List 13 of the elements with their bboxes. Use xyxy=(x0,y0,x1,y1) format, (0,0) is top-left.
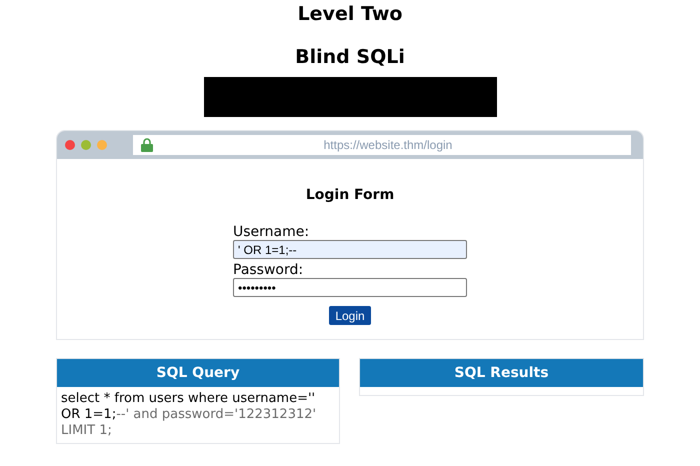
lock-icon xyxy=(141,138,153,152)
input-field[interactable]: ••••••••• xyxy=(233,278,467,297)
field-label: Password: xyxy=(233,262,304,278)
input-field[interactable]: ' OR 1=1;-- xyxy=(233,240,467,259)
page-subtitle: Blind SQLi xyxy=(295,45,405,69)
field-label: Username: xyxy=(233,224,310,240)
sql-query-text: select * from users where username='' OR 1=1;--' and password='122312312' LIMIT 1; xyxy=(60,390,318,440)
page-title: Level Two xyxy=(298,2,402,26)
panel-header: SQL Query xyxy=(57,359,339,387)
login-button[interactable]: Login xyxy=(329,306,371,325)
url-text: https://website.thm/login xyxy=(322,137,454,154)
panel-header: SQL Results xyxy=(360,359,643,387)
form-title: Login Form xyxy=(306,186,394,205)
